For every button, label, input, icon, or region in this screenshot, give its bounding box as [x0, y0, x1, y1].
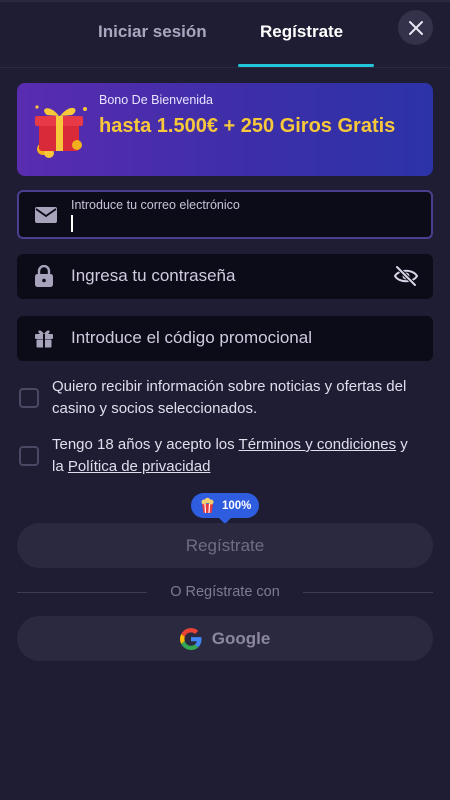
progress-badge: 100% — [191, 493, 259, 524]
terms-consent-row: Tengo 18 años y acepto los Términos y co… — [17, 434, 433, 479]
gift-box-icon — [35, 105, 87, 158]
auth-tabs: Iniciar sesión Regístrate — [0, 0, 450, 68]
text-cursor — [71, 215, 73, 232]
news-consent-text: Quiero recibir información sobre noticia… — [52, 378, 407, 417]
lock-icon — [33, 265, 55, 287]
promo-placeholder: Introduce el código promocional — [71, 328, 312, 347]
tab-login[interactable]: Iniciar sesión — [98, 22, 207, 42]
bonus-subtitle: Bono De Bienvenida — [99, 93, 213, 107]
tab-register[interactable]: Regístrate — [260, 22, 343, 42]
password-field[interactable]: Ingresa tu contraseña — [17, 254, 433, 299]
news-consent-checkbox[interactable] — [19, 388, 39, 408]
terms-prefix: Tengo 18 años y acepto los — [52, 436, 239, 453]
close-icon — [408, 20, 423, 35]
promo-code-field[interactable]: Introduce el código promocional — [17, 316, 433, 361]
terms-consent-text: Tengo 18 años y acepto los Términos y co… — [52, 434, 412, 477]
email-label: Introduce tu correo electrónico — [71, 198, 240, 212]
register-button[interactable]: Regístrate — [17, 523, 433, 568]
google-icon — [179, 627, 202, 650]
divider-text: O Regístrate con — [170, 584, 280, 600]
google-label: Google — [211, 628, 271, 648]
eye-off-icon[interactable] — [393, 264, 419, 288]
google-signup-button[interactable]: Google — [17, 616, 433, 661]
terms-consent-checkbox[interactable] — [19, 446, 39, 466]
password-placeholder: Ingresa tu contraseña — [71, 266, 236, 285]
divider-left — [17, 592, 147, 593]
close-button[interactable] — [398, 10, 433, 45]
welcome-bonus-banner[interactable]: Bono De Bienvenida hasta 1.500€ + 250 Gi… — [17, 83, 433, 176]
popcorn-icon — [201, 497, 214, 514]
progress-value: 100% — [222, 499, 252, 512]
bonus-title: hasta 1.500€ + 250 Giros Gratis — [99, 115, 396, 137]
gift-icon — [33, 327, 55, 349]
email-field[interactable]: Introduce tu correo electrónico — [17, 190, 433, 239]
privacy-link[interactable]: Política de privacidad — [68, 458, 211, 475]
divider-right — [303, 592, 433, 593]
terms-link[interactable]: Términos y condiciones — [239, 436, 397, 453]
tabs-divider — [0, 67, 450, 68]
mail-icon — [35, 204, 57, 226]
news-consent-row: Quiero recibir información sobre noticia… — [17, 376, 433, 421]
